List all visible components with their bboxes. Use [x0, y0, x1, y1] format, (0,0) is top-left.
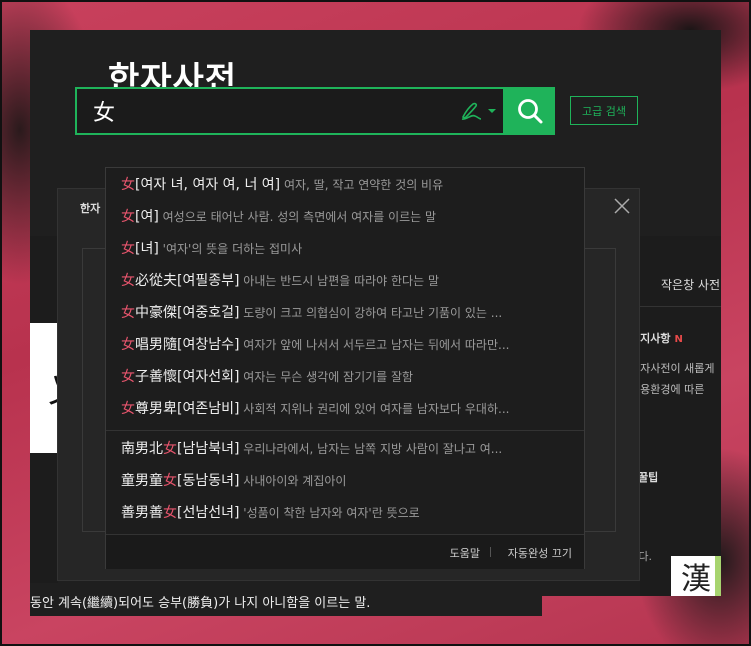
- hanja-word: 女中豪傑: [121, 305, 177, 321]
- hanja-prefix: 童男童: [121, 473, 163, 489]
- autocomplete-off-button[interactable]: 자동완성 끄기: [508, 545, 572, 561]
- hanja-word: 女必從夫: [121, 273, 177, 289]
- tip-heading[interactable]: 꿀팁: [638, 469, 658, 485]
- search-bar: [75, 87, 505, 135]
- item-description: 아내는 반드시 남편을 따라야 한다는 말: [243, 274, 439, 288]
- hanja-suffix: 子善懷: [135, 369, 177, 385]
- notice-text-line: 한자사전이 새롭게: [630, 362, 715, 375]
- item-description: 여성으로 태어난 사람. 성의 측면에서 여자를 이르는 말: [162, 210, 437, 224]
- hangul-reading: [여필종부]: [177, 273, 240, 289]
- autocomplete-item[interactable]: 南男北女[남남북녀] 우리나라에서, 남자는 남쪽 지방 사람이 잘나고 여..…: [121, 438, 571, 460]
- hanja-word: 童男童女: [121, 473, 177, 489]
- hanja-word: 南男北女: [121, 441, 177, 457]
- autocomplete-dropdown: 女[여자 녀, 여자 여, 너 여] 여자, 딸, 작고 연약한 것의 비유 女[…: [105, 167, 585, 569]
- hanja-word: 女: [121, 177, 135, 193]
- autocomplete-item[interactable]: 女唱男隨[여창남수] 여자가 앞에 나서서 서두르고 남자는 뒤에서 따라만..…: [121, 334, 571, 356]
- hangul-reading: [남남북녀]: [177, 441, 240, 457]
- hanja-word: 女: [121, 209, 135, 225]
- hanja-match-highlight: 女: [121, 369, 135, 385]
- autocomplete-item[interactable]: 女子善懷[여자선회] 여자는 무슨 생각에 잠기기를 잘함: [121, 366, 571, 388]
- autocomplete-item[interactable]: 童男童女[동남동녀] 사내아이와 계집아이: [121, 470, 571, 492]
- hanja-word: 善男善女: [121, 505, 177, 521]
- hangul-reading: [동남동녀]: [177, 473, 240, 489]
- hangul-reading: [여]: [135, 209, 159, 225]
- hangul-reading: [여창남수]: [177, 337, 240, 353]
- hanja-match-highlight: 女: [163, 473, 177, 489]
- autocomplete-footer: 도움말 자동완성 끄기: [106, 534, 584, 569]
- hangul-reading: [선남선녀]: [177, 505, 240, 521]
- hangul-reading: [여자선회]: [177, 369, 240, 385]
- hangul-reading: [녀]: [135, 241, 159, 257]
- autocomplete-item[interactable]: 女[여] 여성으로 태어난 사람. 성의 측면에서 여자를 이르는 말: [121, 206, 571, 228]
- hanja-suffix: 尊男卑: [135, 401, 177, 417]
- tab-hanja[interactable]: 한자: [80, 200, 100, 216]
- hanja-word: 女: [121, 241, 135, 257]
- autocomplete-item[interactable]: 女尊男卑[여존남비] 사회적 지위나 권리에 있어 여자를 남자보다 우대하..…: [121, 398, 571, 420]
- handwriting-input-toggle[interactable]: [453, 89, 503, 133]
- hanja-match-highlight: 女: [163, 505, 177, 521]
- hanja-match-highlight: 女: [121, 273, 135, 289]
- autocomplete-item[interactable]: 女必從夫[여필종부] 아내는 반드시 남편을 따라야 한다는 말: [121, 270, 571, 292]
- hanja-word: 女唱男隨: [121, 337, 177, 353]
- hanja-match-highlight: 女: [121, 401, 135, 417]
- handwriting-icon: [461, 102, 482, 120]
- item-description: '여자'의 뜻을 더하는 접미사: [162, 242, 303, 256]
- hanja-match-highlight: 女: [163, 441, 177, 457]
- hanja-suffix: 必從夫: [135, 273, 177, 289]
- autocomplete-item[interactable]: 善男善女[선남선녀] '성품이 착한 남자와 여자'란 뜻으로: [121, 502, 571, 524]
- hanja-suffix: 中豪傑: [135, 305, 177, 321]
- item-description: 사회적 지위나 권리에 있어 여자를 남자보다 우대하...: [243, 402, 510, 416]
- hangul-reading: [여중호걸]: [177, 305, 240, 321]
- small-window-dictionary-link[interactable]: 작은창 사전: [661, 276, 720, 293]
- item-description: '성품이 착한 남자와 여자'란 뜻으로: [243, 506, 420, 520]
- item-description: 여자, 딸, 작고 연약한 것의 비유: [283, 178, 444, 192]
- hanja-prefix: 南男北: [121, 441, 163, 457]
- character-card[interactable]: 乂: [30, 323, 82, 453]
- autocomplete-item[interactable]: 女[녀] '여자'의 뜻을 더하는 접미사: [121, 238, 571, 260]
- notice-text-line: 사용환경에 따른: [630, 383, 705, 396]
- hanja-match-highlight: 女: [121, 305, 135, 321]
- autocomplete-separator: [106, 430, 584, 431]
- hanja-logo-glyph: 漢: [681, 562, 711, 597]
- hanja-match-highlight: 女: [121, 177, 135, 193]
- hanja-word: 女子善懷: [121, 369, 177, 385]
- right-divider: [640, 306, 721, 307]
- caret-down-icon: [488, 109, 496, 113]
- item-description: 우리나라에서, 남자는 남쪽 지방 사람이 잘나고 여...: [243, 442, 503, 456]
- definition-text: 동안 계속(繼續)되어도 승부(勝負)가 나지 아니함을 이르는 말.: [30, 596, 371, 611]
- hanja-match-highlight: 女: [121, 241, 135, 257]
- hanja-suffix: 唱男隨: [135, 337, 177, 353]
- hanja-match-highlight: 女: [121, 209, 135, 225]
- new-badge: N: [674, 334, 683, 345]
- close-icon[interactable]: [612, 196, 632, 216]
- item-description: 사내아이와 계집아이: [243, 474, 347, 488]
- help-link[interactable]: 도움말: [450, 545, 480, 561]
- badge-accent: [715, 556, 721, 596]
- item-description: 여자는 무슨 생각에 잠기기를 잘함: [243, 370, 414, 384]
- advanced-search-button[interactable]: 고급 검색: [570, 96, 638, 125]
- autocomplete-item[interactable]: 女中豪傑[여중호걸] 도량이 크고 의협심이 강하여 타고난 기품이 있는 ..…: [121, 302, 571, 324]
- search-input[interactable]: [77, 89, 453, 133]
- hanja-logo-badge[interactable]: 漢: [671, 556, 721, 597]
- hanja-word: 女尊男卑: [121, 401, 177, 417]
- autocomplete-item[interactable]: 女[여자 녀, 여자 여, 너 여] 여자, 딸, 작고 연약한 것의 비유: [121, 174, 571, 196]
- hangul-reading: [여자 녀, 여자 여, 너 여]: [135, 177, 281, 193]
- item-description: 여자가 앞에 나서서 서두르고 남자는 뒤에서 따라만...: [243, 338, 510, 352]
- item-description: 도량이 크고 의협심이 강하여 타고난 기품이 있는 ...: [243, 306, 503, 320]
- search-icon: [518, 99, 543, 124]
- search-button[interactable]: [505, 87, 555, 135]
- hanja-match-highlight: 女: [121, 337, 135, 353]
- hangul-reading: [여존남비]: [177, 401, 240, 417]
- footer-divider: [490, 547, 491, 557]
- hanja-prefix: 善男善: [121, 505, 163, 521]
